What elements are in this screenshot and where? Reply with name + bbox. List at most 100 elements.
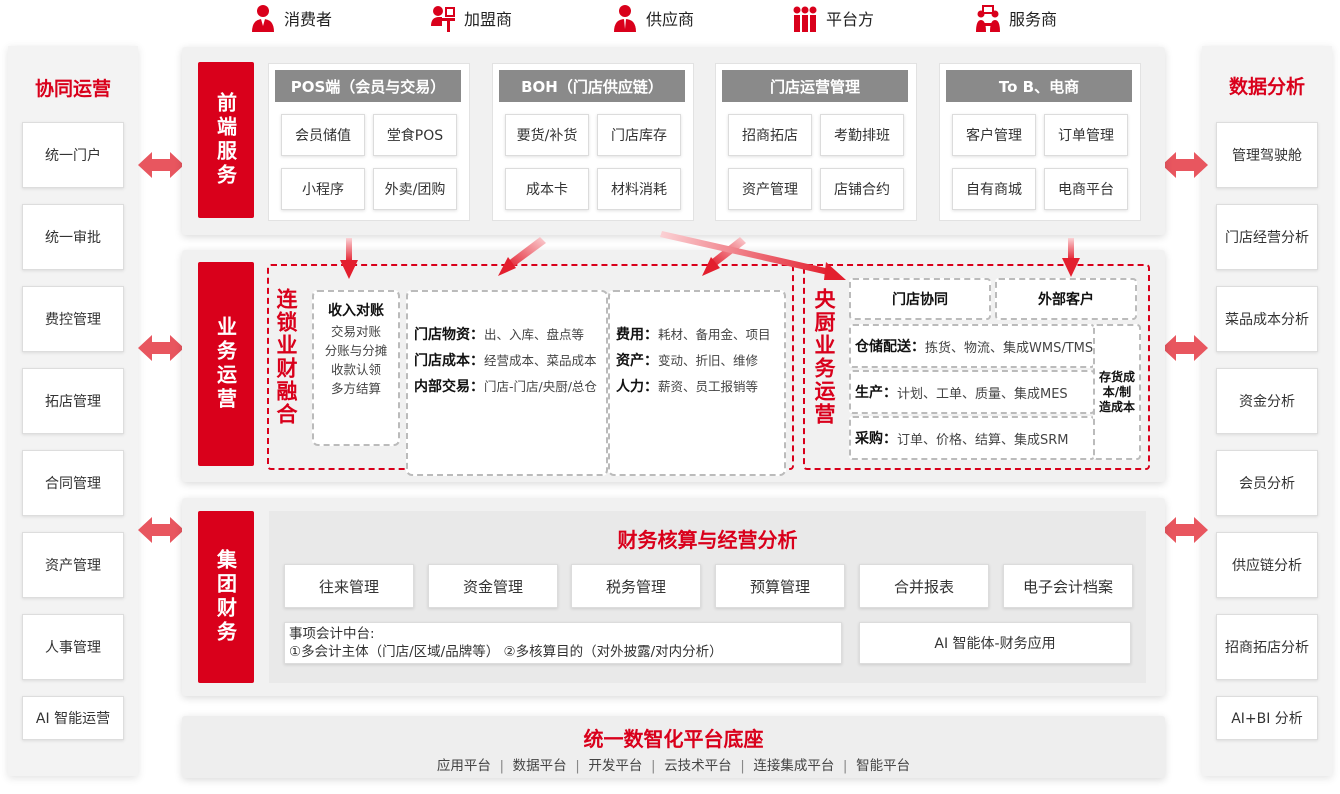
front-label: 前端服务 (198, 62, 254, 218)
external-customer-box[interactable]: 外部客户 (995, 278, 1137, 320)
ai-finance-box[interactable]: AI 智能体-财务应用 (859, 622, 1131, 664)
module-cell[interactable]: 招商拓店 (728, 114, 812, 156)
front-group-pos: POS端（会员与交易） 会员储值 堂食POS 小程序 外卖/团购 (268, 63, 470, 221)
kitchen-title: 央厨业务运营 (812, 288, 836, 426)
base-title: 统一数智化平台底座 (583, 727, 764, 751)
group-header: BOH（门店供应链） (499, 70, 685, 102)
module-cell[interactable]: 考勤排班 (820, 114, 904, 156)
left-item[interactable]: 人事管理 (22, 614, 124, 680)
right-item[interactable]: 管理驾驶舱 (1216, 122, 1318, 188)
left-item[interactable]: 费控管理 (22, 286, 124, 352)
warehouse-row[interactable]: 仓储配送： 拣货、物流、集成WMS/TMS (849, 324, 1095, 368)
double-arrow-icon (138, 517, 184, 543)
role-label: 消费者 (284, 10, 333, 29)
right-item[interactable]: AI+BI 分析 (1216, 696, 1318, 740)
matter-title: 事项会计中台: (289, 626, 375, 642)
group-header: To B、电商 (946, 70, 1132, 102)
base-item[interactable]: 连接集成平台 (753, 758, 834, 774)
module-cell[interactable]: 订单管理 (1044, 114, 1128, 156)
right-analysis-panel: 数据分析 管理驾驶舱 门店经营分析 菜品成本分析 资金分析 会员分析 供应链分析… (1202, 46, 1332, 776)
income-line: 分账与分摊 (324, 343, 388, 358)
role-label: 平台方 (826, 10, 875, 29)
purchase-row[interactable]: 采购： 订单、价格、结算、集成SRM (849, 416, 1095, 460)
businessman-icon (614, 5, 636, 32)
role-supplier: 供应商 (612, 3, 694, 33)
role-service-provider: 服务商 (975, 3, 1057, 33)
production-row[interactable]: 生产： 计划、工单、质量、集成MES (849, 370, 1095, 414)
left-item[interactable]: 合同管理 (22, 450, 124, 516)
role-consumer: 消费者 (250, 3, 332, 33)
module-cell[interactable]: 材料消耗 (597, 168, 681, 210)
cost-line: 费用：耗材、备用金、项目 (616, 327, 771, 343)
double-arrow-icon (138, 335, 184, 361)
finance-label: 集团财务 (198, 511, 254, 683)
inventory-cost-box: 存货成本/制造成本 (1093, 324, 1141, 460)
module-cell[interactable]: 电商平台 (1044, 168, 1128, 210)
base-item[interactable]: 数据平台 (513, 758, 567, 774)
cost-line: 资产：变动、折旧、维修 (616, 353, 759, 369)
group-header: 门店运营管理 (722, 70, 908, 102)
left-item[interactable]: 统一门户 (22, 122, 124, 188)
front-group-boh: BOH（门店供应链） 要货/补货 门店库存 成本卡 材料消耗 (492, 63, 694, 221)
finance-cell[interactable]: 电子会计档案 (1003, 564, 1133, 608)
desk-person-icon (431, 6, 455, 32)
left-title: 协同运营 (34, 78, 111, 100)
store-line: 门店物资：出、入库、盘点等 (414, 327, 585, 343)
cost-line: 人力：薪资、员工报销等 (616, 379, 759, 395)
base-item[interactable]: 开发平台 (588, 758, 642, 774)
module-cell[interactable]: 客户管理 (952, 114, 1036, 156)
base-item[interactable]: 应用平台 (437, 758, 491, 774)
income-title: 收入对账 (328, 303, 384, 319)
left-item[interactable]: 统一审批 (22, 204, 124, 270)
right-item[interactable]: 资金分析 (1216, 368, 1318, 434)
module-cell[interactable]: 会员储值 (281, 114, 365, 156)
module-cell[interactable]: 成本卡 (505, 168, 589, 210)
right-item[interactable]: 门店经营分析 (1216, 204, 1318, 270)
role-platform: 平台方 (792, 3, 874, 33)
finance-title: 财务核算与经营分析 (617, 528, 798, 552)
module-cell[interactable]: 资产管理 (728, 168, 812, 210)
store-line: 门店成本：经营成本、菜品成本 (414, 353, 597, 369)
module-cell[interactable]: 门店库存 (597, 114, 681, 156)
business-label: 业务运营 (198, 262, 254, 466)
module-cell[interactable]: 要货/补货 (505, 114, 589, 156)
matter-accounting-box[interactable]: 事项会计中台: ①多会计主体（门店/区域/品牌等） ②多核算目的（对外披露/对内… (284, 622, 842, 664)
role-label: 供应商 (646, 10, 695, 29)
front-group-tob: To B、电商 客户管理 订单管理 自有商城 电商平台 (939, 63, 1141, 221)
finance-cell[interactable]: 税务管理 (571, 564, 701, 608)
double-arrow-icon (1162, 517, 1208, 543)
income-line: 交易对账 (330, 324, 381, 339)
store-line: 内部交易：门店-门店/央厨/总仓 (414, 379, 597, 395)
finance-cell[interactable]: 合并报表 (859, 564, 989, 608)
finance-cell[interactable]: 资金管理 (428, 564, 558, 608)
module-cell[interactable]: 堂食POS (373, 114, 457, 156)
left-item[interactable]: 资产管理 (22, 532, 124, 598)
right-item[interactable]: 供应链分析 (1216, 532, 1318, 598)
left-item[interactable]: 拓店管理 (22, 368, 124, 434)
base-item[interactable]: 云技术平台 (664, 758, 732, 774)
double-arrow-icon (1162, 152, 1208, 178)
income-line: 多方结算 (330, 381, 381, 396)
store-collab-box[interactable]: 门店协同 (849, 278, 991, 320)
person-icon (252, 5, 274, 32)
finance-cell[interactable]: 往来管理 (284, 564, 414, 608)
right-item[interactable]: 招商拓店分析 (1216, 614, 1318, 680)
module-cell[interactable]: 店铺合约 (820, 168, 904, 210)
group-header: POS端（会员与交易） (275, 70, 461, 102)
income-reconcile-box: 收入对账 交易对账 分账与分摊 收款认领 多方结算 (312, 290, 400, 446)
chain-title: 连锁业财融合 (274, 288, 298, 426)
front-service-panel: 前端服务 POS端（会员与交易） 会员储值 堂食POS 小程序 外卖/团购 BO… (182, 47, 1165, 235)
module-cell[interactable]: 自有商城 (952, 168, 1036, 210)
base-item[interactable]: 智能平台 (856, 758, 910, 774)
module-cell[interactable]: 小程序 (281, 168, 365, 210)
right-item[interactable]: 会员分析 (1216, 450, 1318, 516)
left-item[interactable]: AI 智能运营 (22, 696, 124, 740)
finance-cell[interactable]: 预算管理 (715, 564, 845, 608)
group-icon (793, 6, 817, 32)
income-line: 收款认领 (330, 362, 381, 377)
store-material-box: 门店物资：出、入库、盘点等 门店成本：经营成本、菜品成本 内部交易：门店-门店/… (406, 290, 608, 476)
module-cell[interactable]: 外卖/团购 (373, 168, 457, 210)
right-item[interactable]: 菜品成本分析 (1216, 286, 1318, 352)
role-label: 服务商 (1009, 10, 1058, 29)
matter-detail: ①多会计主体（门店/区域/品牌等） ②多核算目的（对外披露/对内分析） (289, 644, 723, 660)
